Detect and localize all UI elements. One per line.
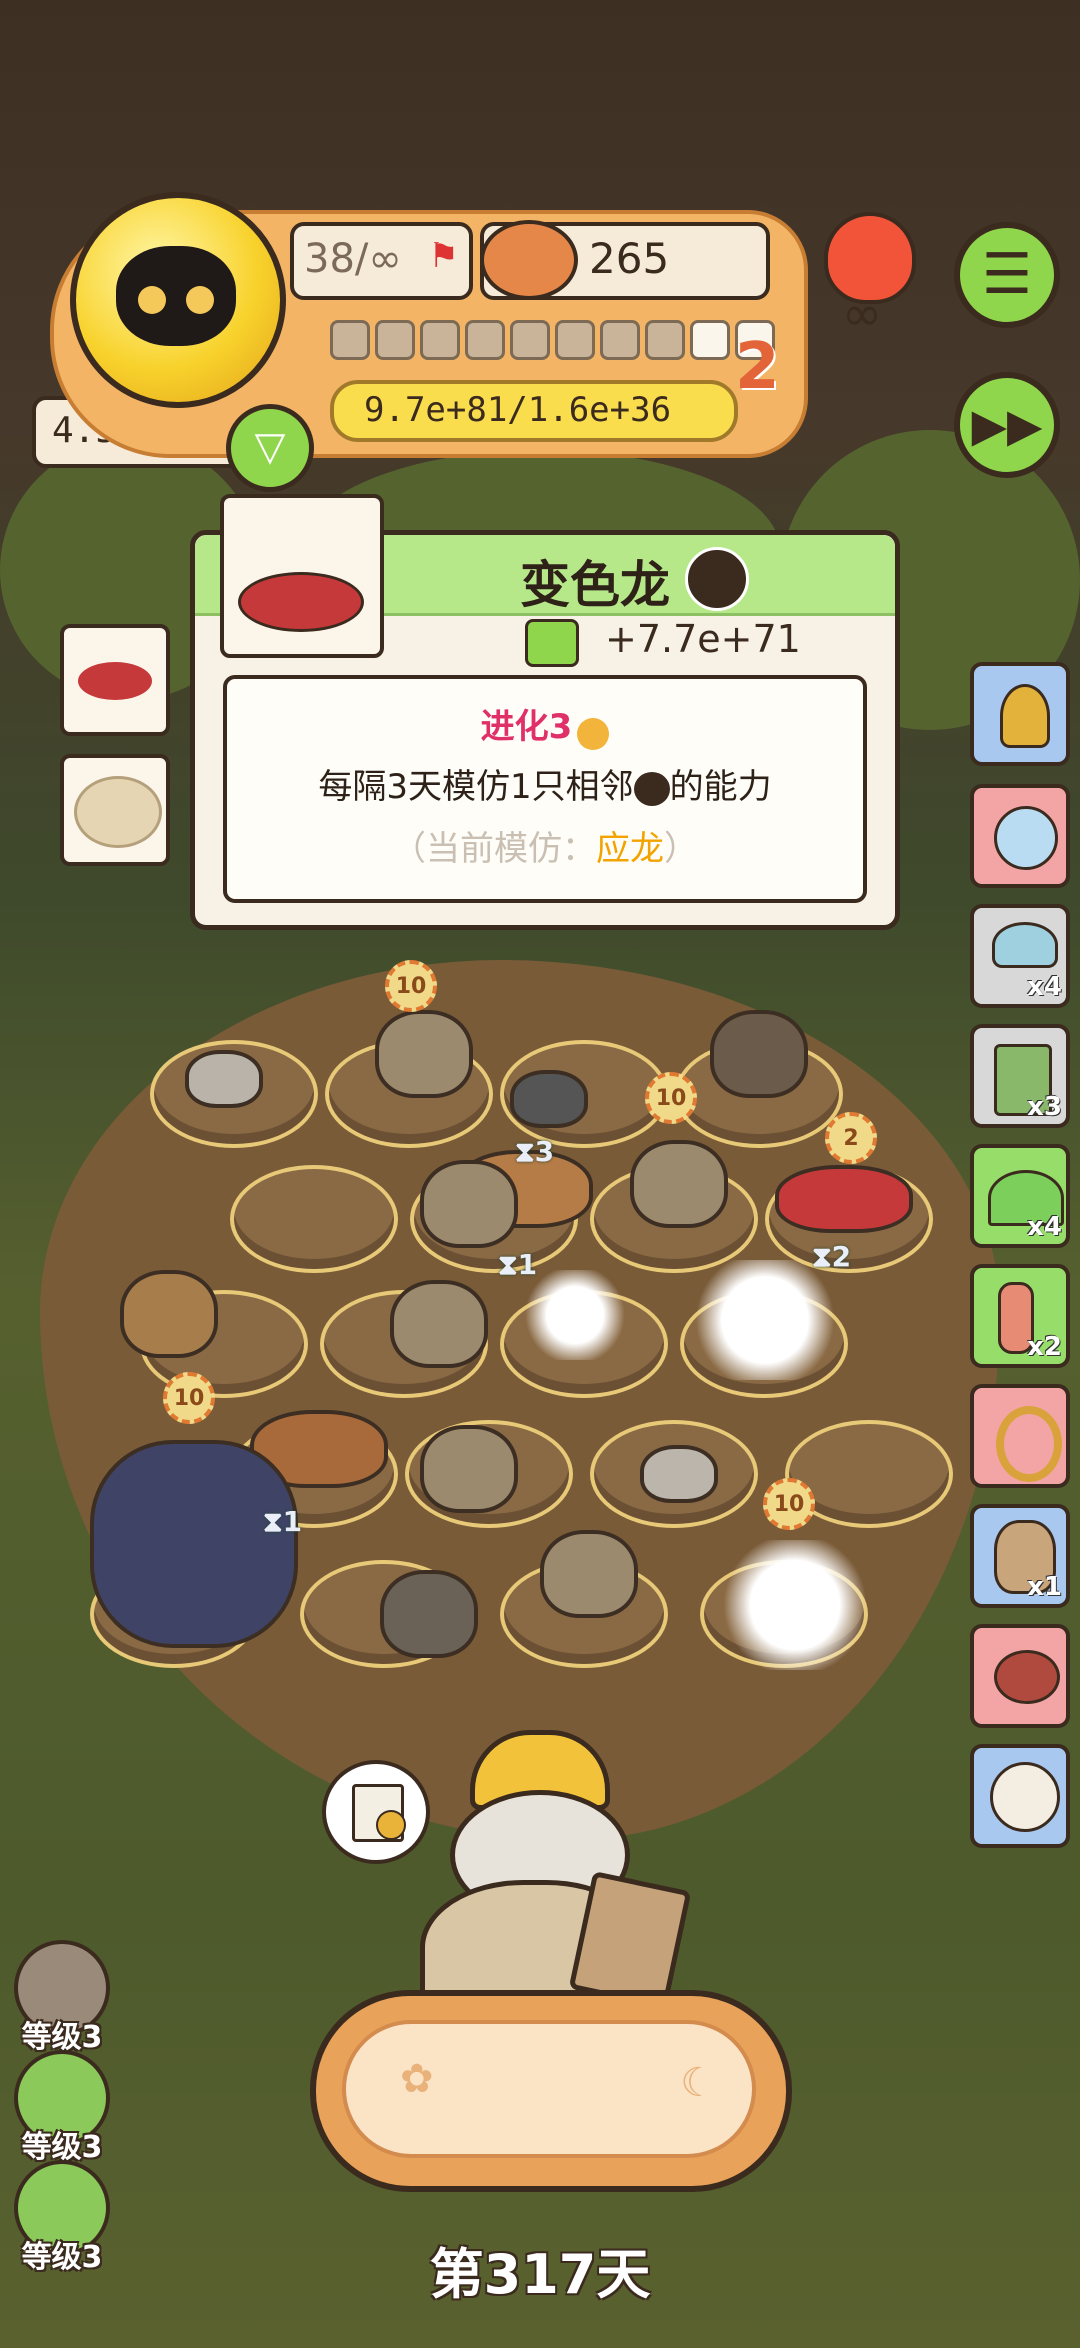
animal-chameleon[interactable] [775,1165,913,1233]
level-number: 2 [735,330,780,404]
moon-icon: ☾ [680,2060,716,2106]
animal-cat[interactable] [420,1425,518,1513]
level-indicator[interactable]: 等级3 [14,1940,110,2056]
ability-text: 每隔3天模仿1只相邻 [318,767,634,807]
level-badge: 2 [825,1112,877,1164]
moves-panel: 38/∞ ⚑ [290,222,473,300]
side-item-mushrooms[interactable]: x4 [970,904,1070,1008]
level-badge: 10 [763,1478,815,1530]
animal-hamster[interactable] [185,1050,263,1108]
food-panel: 265 [480,220,770,300]
zookeeper-character[interactable] [360,1730,692,2030]
smoke-puff [690,1260,840,1380]
ghost-icon [685,547,749,611]
animal-mole[interactable] [640,1445,718,1503]
black-cat-icon [116,246,236,346]
animal-ferret[interactable] [630,1140,728,1228]
popup-description-box: 进化3 每隔3天模仿1只相邻 的能力 （当前模仿：应龙） [223,675,867,903]
fire-paw-icon[interactable]: ∞ [818,212,916,342]
fast-forward-button[interactable]: ▶▶ [954,372,1060,478]
progress-segments [330,320,780,364]
animal-cat[interactable] [390,1280,488,1368]
timer: ⧗3 [515,1135,555,1168]
flag-icon: ⚑ [428,236,459,276]
popup-bonus: +7.7e+71 [605,617,801,661]
evolution-label: 进化3 [480,707,573,747]
dropdown-toggle[interactable]: ▽ [226,404,314,492]
money-icon [525,619,579,667]
current-prefix: （当前模仿： [392,829,596,869]
side-item-snake[interactable] [970,1384,1070,1488]
level-indicator[interactable]: 等级3 [14,2050,110,2166]
side-item-card[interactable]: x3 [970,1024,1070,1128]
current-suffix: ） [664,829,698,869]
current-value: 应龙 [596,829,664,869]
level-badge: 10 [163,1372,215,1424]
progress-segment [510,320,550,360]
player-avatar[interactable] [70,192,286,408]
day-label: 第317天 [429,2243,651,2306]
progress-bar: 9.7e+81/1.6e+36 [330,380,738,442]
ability-suffix: 的能力 [669,767,772,807]
progress-segment [465,320,505,360]
side-item-meat[interactable] [970,1624,1070,1728]
level-badge: 10 [645,1072,697,1124]
timer: ⧗1 [498,1248,538,1281]
animal-hedgehog[interactable] [380,1570,478,1658]
progress-segment [600,320,640,360]
item-count: x1 [1027,1572,1062,1602]
item-count: x4 [1027,972,1062,1002]
popup-portrait [220,494,384,658]
fast-forward-icon: ▶▶ [971,398,1043,452]
level-badge: 10 [385,960,437,1012]
animal-ferret[interactable] [540,1530,638,1618]
chameleon-card[interactable] [60,624,170,736]
progress-segment [645,320,685,360]
animal-ferret[interactable] [375,1010,473,1098]
animal-dragon[interactable] [90,1440,298,1648]
side-item-sack[interactable]: x1 [970,1504,1070,1608]
animal-badger[interactable] [710,1010,808,1098]
moves-value: 38/∞ [304,236,402,282]
animal-mole[interactable] [510,1070,588,1128]
progress-segment [375,320,415,360]
ghost-icon [633,771,670,806]
side-item-trophy[interactable] [970,662,1070,766]
side-item-tent[interactable]: x4 [970,1144,1070,1248]
chameleon-icon [238,572,364,632]
menu-button[interactable]: ☰ [954,222,1060,328]
paw-icon: ✿ [400,2056,434,2102]
timer: ⧗1 [263,1505,303,1538]
popup-title: 变色龙 [520,556,670,614]
side-item-worms[interactable]: x2 [970,1264,1070,1368]
action-button[interactable]: ✿ ☾ [310,1990,792,2192]
progress-segment [690,320,730,360]
food-count: 265 [589,234,670,283]
animal-lion[interactable] [120,1270,218,1358]
smoke-puff [720,1540,870,1670]
side-item-orb[interactable] [970,784,1070,888]
food-bowl-icon [480,220,578,300]
progress-segment [555,320,595,360]
egg-card[interactable] [60,754,170,866]
progress-segment [330,320,370,360]
progress-segment [420,320,460,360]
item-count: x3 [1027,1092,1062,1122]
side-item-sheep[interactable] [970,1744,1070,1848]
timer: ⧗2 [812,1240,852,1273]
smoke-puff [520,1270,630,1360]
item-count: x2 [1027,1332,1062,1362]
evolution-icon [577,717,610,750]
progress-text: 9.7e+81/1.6e+36 [364,390,672,430]
animal-cat[interactable] [420,1160,518,1248]
item-count: x4 [1027,1212,1062,1242]
hole[interactable] [230,1165,398,1273]
list-icon: ☰ [981,242,1033,307]
